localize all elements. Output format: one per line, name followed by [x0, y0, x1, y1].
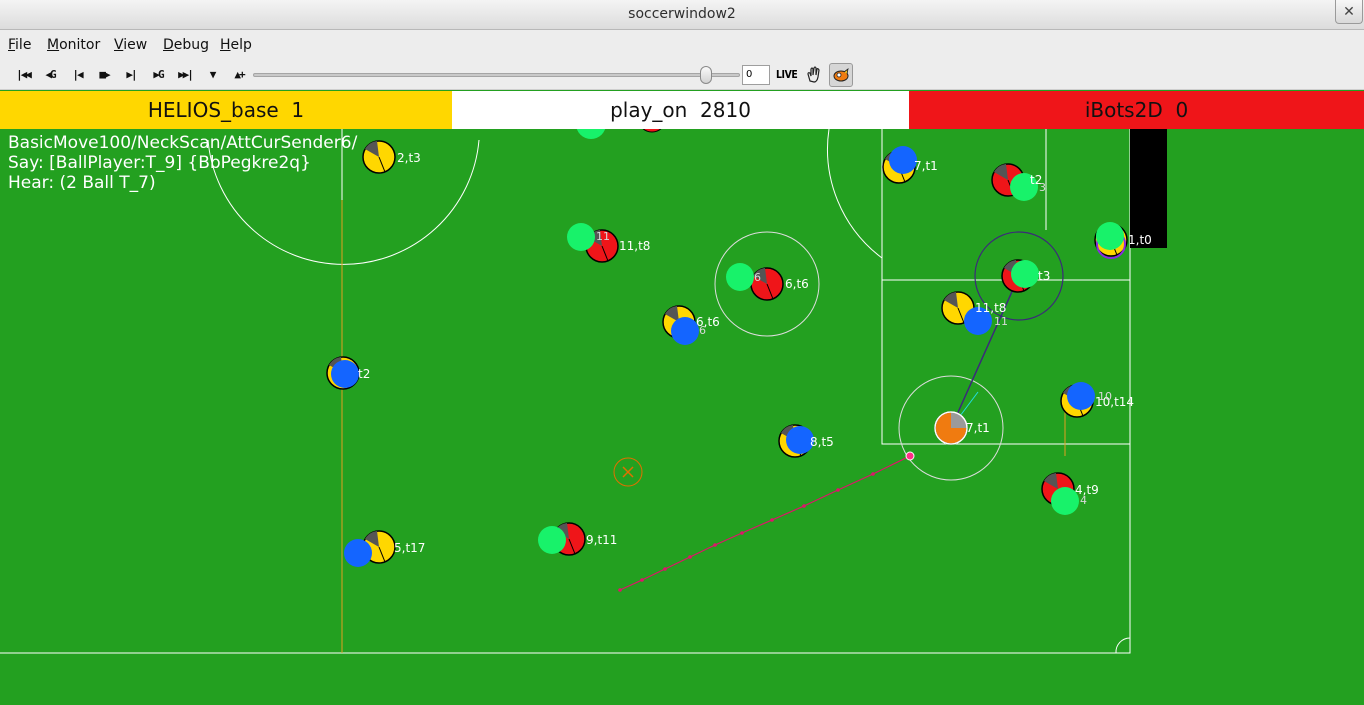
- goal: [1130, 129, 1167, 248]
- heard-position-marker: [726, 263, 754, 291]
- player-marker[interactable]: [326, 356, 360, 390]
- player-label: t3: [1038, 269, 1050, 283]
- heard-position-marker: [671, 317, 699, 345]
- cycle-slider-handle[interactable]: [699, 66, 712, 84]
- player-label: 11,t8: [619, 239, 650, 253]
- player-label: 6,t6: [785, 277, 809, 291]
- player-label: 10: [1098, 390, 1112, 403]
- heard-position-marker: [1096, 222, 1124, 250]
- player-label: 7,t1: [914, 159, 938, 173]
- player-label: t2: [358, 367, 370, 381]
- right-team-score: iBots2D 0: [909, 91, 1364, 129]
- player-label: 5,t17: [394, 541, 425, 555]
- play-mode: play_on 2810: [452, 91, 909, 129]
- menu-view[interactable]: View: [114, 37, 147, 53]
- cycle-slider[interactable]: [253, 73, 740, 77]
- player-label: 11: [994, 315, 1008, 328]
- player-label: 6: [754, 271, 761, 284]
- scoreboard: HELIOS_base 1 play_on 2810 iBots2D 0: [0, 91, 1364, 129]
- close-icon[interactable]: ✕: [1335, 0, 1363, 24]
- zoom-icon[interactable]: ▲+: [229, 67, 249, 83]
- rewind-icon[interactable]: ◀G: [40, 67, 60, 83]
- window-title: soccerwindow2: [628, 6, 736, 22]
- player-label: 3: [1039, 181, 1046, 194]
- step-back-icon[interactable]: |◀: [67, 67, 87, 83]
- player-marker[interactable]: [934, 411, 968, 445]
- soccer-field[interactable]: 2,t37,t1t231,t011,t8116,t66 t36,t6611,t81…: [0, 129, 1364, 705]
- go-last-icon[interactable]: ▶▶|: [175, 67, 195, 83]
- record-icon[interactable]: ▼: [202, 67, 222, 83]
- ball: [905, 451, 915, 461]
- menu-monitor[interactable]: Monitor: [47, 37, 100, 53]
- player-label: 11,t8: [975, 301, 1006, 315]
- info-line-behavior: BasicMove100/NeckScan/AttCurSender6/: [8, 133, 358, 153]
- player-label: 1,t0: [1128, 233, 1152, 247]
- monitor-logo-icon: [833, 68, 849, 82]
- heard-position-marker: [344, 539, 372, 567]
- window-titlebar: soccerwindow2 ✕: [0, 0, 1364, 30]
- player-marker[interactable]: [362, 140, 396, 174]
- play-icon[interactable]: ■▶: [94, 67, 114, 83]
- player-label: 11: [596, 230, 610, 243]
- player-label: 6: [699, 324, 706, 337]
- heard-position-marker: [1067, 382, 1095, 410]
- menu-bar: File Monitor View Debug Help: [0, 30, 1364, 60]
- menu-debug[interactable]: Debug: [163, 37, 209, 53]
- live-button[interactable]: LIVE: [776, 68, 798, 81]
- cycle-input[interactable]: 0: [742, 65, 770, 85]
- heard-position-marker: [567, 223, 595, 251]
- player-label: 8,t5: [810, 435, 834, 449]
- player-label: 7,t1: [966, 421, 990, 435]
- heard-position-marker: [889, 146, 917, 174]
- step-forward-icon[interactable]: ▶|: [121, 67, 141, 83]
- fast-forward-icon[interactable]: ▶G: [148, 67, 168, 83]
- left-team-score: HELIOS_base 1: [0, 91, 452, 129]
- monitor-logo-button[interactable]: [829, 63, 853, 87]
- info-line-hear: Hear: (2 Ball T_7): [8, 173, 156, 193]
- menu-file[interactable]: File: [8, 37, 31, 53]
- heard-position-marker: [331, 360, 359, 388]
- drag-hand-icon[interactable]: [805, 66, 823, 84]
- player-label: 4: [1080, 494, 1087, 507]
- heard-position-marker: [538, 526, 566, 554]
- player-label: 2,t3: [397, 151, 421, 165]
- info-line-say: Say: [BallPlayer:T_9] {BbPegkre2q}: [8, 153, 311, 173]
- debug-info-text: BasicMove100/NeckScan/AttCurSender6/Say:…: [8, 133, 357, 193]
- menu-help[interactable]: Help: [220, 37, 252, 53]
- go-first-icon[interactable]: |◀◀: [13, 67, 33, 83]
- player-label: 9,t11: [586, 533, 617, 547]
- heard-position-marker: [1011, 260, 1039, 288]
